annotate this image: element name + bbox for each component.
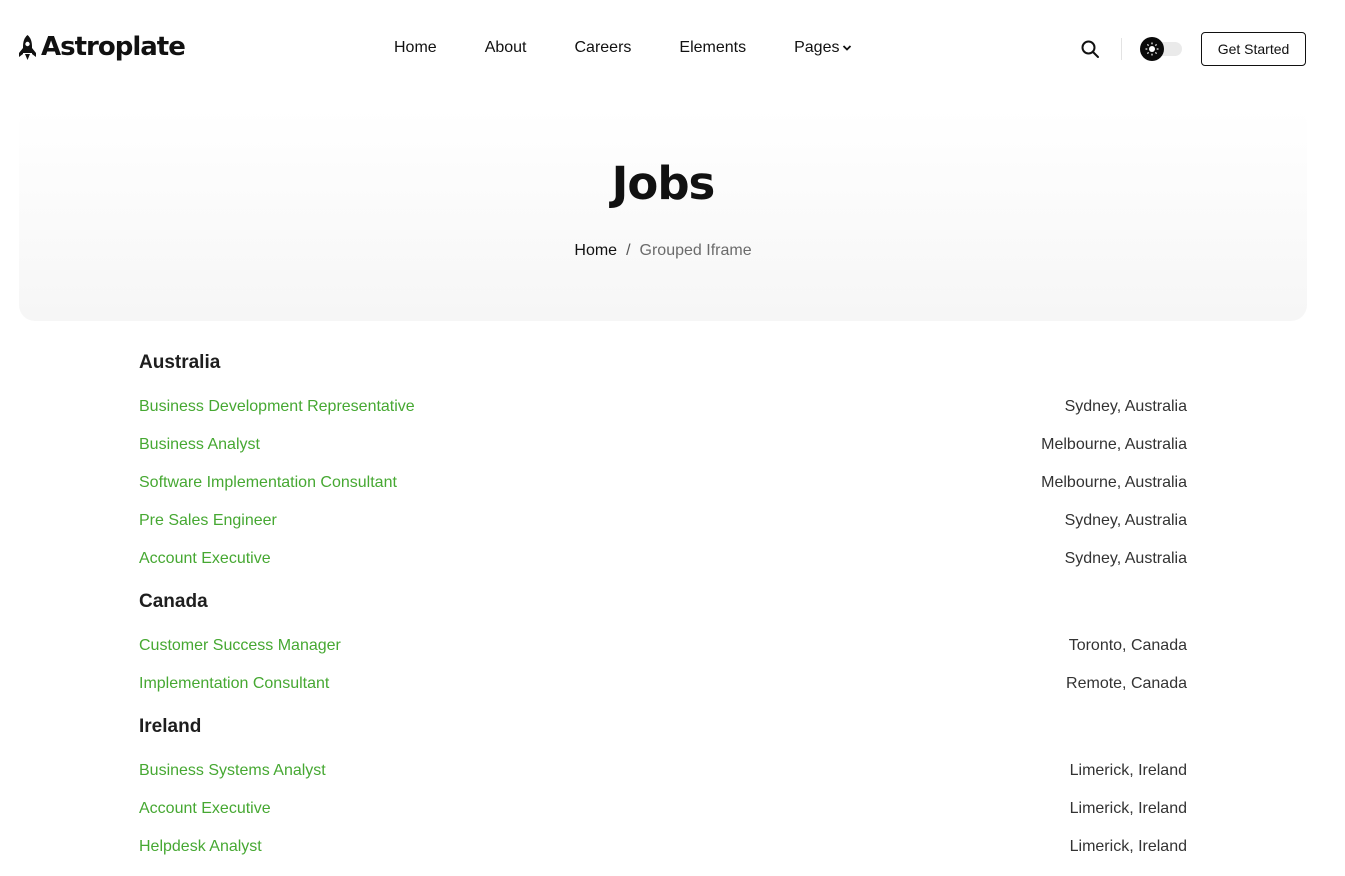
group-heading: Ireland [139, 716, 202, 737]
group-heading: Canada [139, 591, 208, 612]
job-location: Melbourne, Australia [1041, 474, 1187, 491]
job-title-link[interactable]: Account Executive [139, 540, 271, 578]
job-title-link[interactable]: Business Development Representative [139, 388, 415, 426]
nav-item-label: Careers [574, 39, 632, 56]
job-row: Software Implementation Consultant Melbou… [139, 464, 1187, 502]
nav-item-label: Pages [794, 39, 840, 56]
job-row: Pre Sales Engineer Sydney, Australia [139, 502, 1187, 540]
job-row: Account Executive Limerick, Ireland [139, 790, 1187, 828]
job-location: Sydney, Australia [1064, 512, 1187, 529]
site-header: Astroplate Home About Careers Elements P… [0, 0, 1345, 97]
job-row: Business Systems Analyst Limerick, Irelan… [139, 752, 1187, 790]
job-title-link[interactable]: Implementation Consultant [139, 665, 329, 703]
nav-item-label: About [484, 39, 527, 56]
main-nav: Home About Careers Elements Pages [394, 38, 852, 58]
nav-item-about[interactable]: About [485, 38, 527, 58]
search-icon[interactable] [1080, 39, 1100, 59]
page-title: Jobs [611, 157, 716, 210]
nav-item-label: Home [394, 39, 437, 56]
job-group-canada: Canada Customer Success Manager Toronto, … [139, 588, 1187, 703]
job-title-link[interactable]: Business Analyst [139, 426, 260, 464]
nav-item-careers[interactable]: Careers [575, 38, 632, 58]
nav-item-home[interactable]: Home [394, 38, 437, 58]
job-title-link[interactable]: Account Executive [139, 790, 271, 828]
job-list: Customer Success Manager Toronto, Canada … [139, 627, 1187, 703]
group-heading: Australia [139, 352, 221, 373]
sun-icon [1145, 42, 1159, 56]
get-started-button[interactable]: Get Started [1201, 32, 1306, 66]
breadcrumb-home-link[interactable]: Home [574, 242, 617, 259]
job-title-link[interactable]: Pre Sales Engineer [139, 502, 277, 540]
job-title-link[interactable]: Helpdesk Analyst [139, 828, 262, 866]
job-location: Sydney, Australia [1064, 398, 1187, 415]
nav-item-pages[interactable]: Pages [794, 38, 852, 58]
job-row: Helpdesk Analyst Limerick, Ireland [139, 828, 1187, 866]
rocket-icon [19, 34, 36, 60]
job-title-link[interactable]: Customer Success Manager [139, 627, 341, 665]
job-location: Remote, Canada [1066, 675, 1187, 692]
brand-logo[interactable]: Astroplate [18, 32, 186, 62]
job-location: Limerick, Ireland [1069, 838, 1187, 855]
job-row: Customer Success Manager Toronto, Canada [139, 627, 1187, 665]
job-row: Implementation Consultant Remote, Canada [139, 665, 1187, 703]
theme-toggle-knob [1140, 37, 1164, 61]
job-title-link[interactable]: Business Systems Analyst [139, 752, 326, 790]
job-row: Business Development Representative Sydne… [139, 388, 1187, 426]
nav-item-label: Elements [679, 39, 747, 56]
job-group-ireland: Ireland Business Systems Analyst Limerick… [139, 713, 1187, 866]
job-location: Limerick, Ireland [1069, 800, 1187, 817]
breadcrumb: Home / Grouped Iframe [19, 242, 1307, 260]
breadcrumb-current: Grouped Iframe [639, 242, 752, 259]
breadcrumb-separator: / [626, 242, 631, 259]
job-location: Limerick, Ireland [1069, 762, 1187, 779]
brand-name: Astroplate [41, 32, 186, 62]
job-location: Sydney, Australia [1064, 550, 1187, 567]
job-location: Toronto, Canada [1068, 637, 1187, 654]
job-list: Business Systems Analyst Limerick, Irelan… [139, 752, 1187, 866]
jobs-list: Australia Business Development Represent… [139, 349, 1187, 876]
job-title-link[interactable]: Software Implementation Consultant [139, 464, 397, 502]
job-location: Melbourne, Australia [1041, 436, 1187, 453]
chevron-down-icon [843, 45, 852, 51]
theme-toggle[interactable] [1140, 37, 1182, 61]
job-list: Business Development Representative Sydne… [139, 388, 1187, 578]
job-group-australia: Australia Business Development Represent… [139, 349, 1187, 578]
nav-item-elements[interactable]: Elements [679, 38, 746, 58]
header-divider [1121, 38, 1122, 60]
job-row: Account Executive Sydney, Australia [139, 540, 1187, 578]
page-hero: Jobs Home / Grouped Iframe [19, 108, 1307, 321]
job-row: Business Analyst Melbourne, Australia [139, 426, 1187, 464]
